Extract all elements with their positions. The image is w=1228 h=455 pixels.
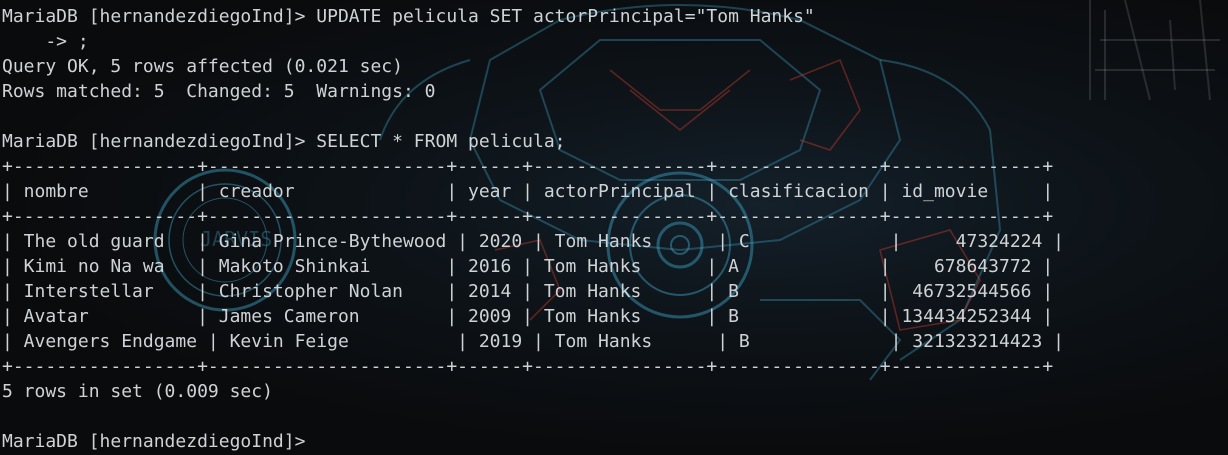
- rows-matched-line: Rows matched: 5 Changed: 5 Warnings: 0: [2, 81, 436, 102]
- prompt-select-line: MariaDB [hernandezdiegoInd]> SELECT * FR…: [2, 131, 566, 152]
- table-row: | Interstellar | Christopher Nolan | 201…: [2, 281, 1054, 302]
- query-ok-line: Query OK, 5 rows affected (0.021 sec): [2, 56, 403, 77]
- table-row: | Kimi no Na wa | Makoto Shinkai | 2016 …: [2, 256, 1054, 277]
- prompt-update-line: MariaDB [hernandezdiegoInd]> UPDATE peli…: [2, 6, 815, 27]
- terminal-window[interactable]: JARVIS MariaDB [hernandezdiegoInd]> UPDA…: [0, 0, 1228, 455]
- terminal-output: MariaDB [hernandezdiegoInd]> UPDATE peli…: [2, 4, 1064, 454]
- table-border-bottom: +-----------------+---------------------…: [2, 356, 1054, 377]
- table-border-header: +-----------------+---------------------…: [2, 206, 1054, 227]
- prompt-current-line[interactable]: MariaDB [hernandezdiegoInd]>: [2, 429, 1064, 454]
- rows-in-set-line: 5 rows in set (0.009 sec): [2, 381, 273, 402]
- continuation-line: -> ;: [2, 31, 89, 52]
- table-border-top: +-----------------+---------------------…: [2, 156, 1054, 177]
- table-header-row: | nombre | creador | year | actorPrincip…: [2, 181, 1054, 202]
- table-row: | The old guard | Gina Prince-Bythewood …: [2, 231, 1065, 252]
- table-row: | Avatar | James Cameron | 2009 | Tom Ha…: [2, 306, 1054, 327]
- table-row: | Avengers Endgame | Kevin Feige | 2019 …: [2, 331, 1065, 352]
